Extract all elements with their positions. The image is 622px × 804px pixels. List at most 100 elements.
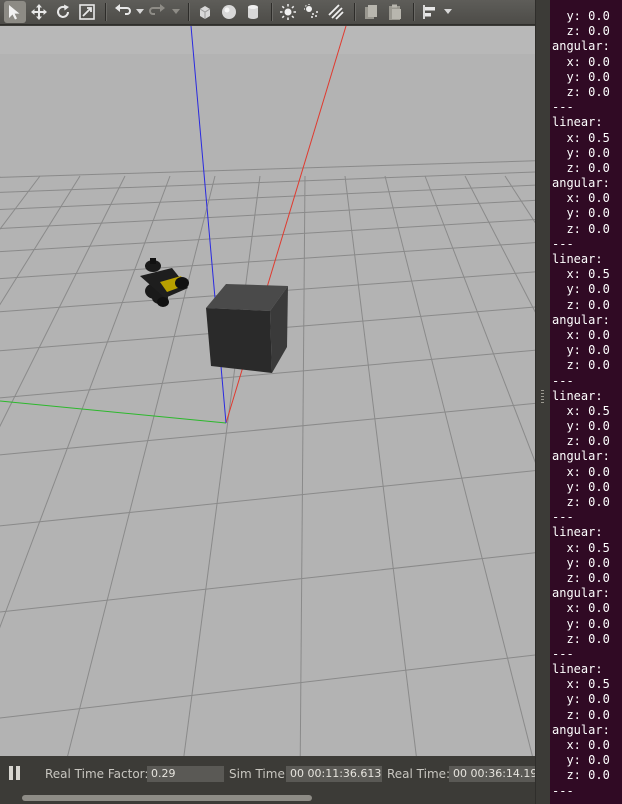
terminal-line: y: 0.0 (552, 419, 610, 434)
directional-light-button[interactable] (325, 1, 347, 23)
point-light-icon (280, 4, 296, 20)
translate-mode-button[interactable] (28, 1, 50, 23)
terminal-line: y: 0.0 (552, 692, 610, 707)
pause-button[interactable] (9, 766, 23, 782)
toolbar-separator (188, 3, 189, 21)
scale-mode-button[interactable] (76, 1, 98, 23)
spot-light-button[interactable] (301, 1, 323, 23)
terminal-line: x: 0.0 (552, 738, 610, 752)
pause-icon (9, 766, 13, 780)
rotate-mode-icon (57, 4, 69, 18)
spot-light-icon (304, 4, 318, 18)
sky-background (0, 26, 535, 54)
terminal-line: linear: (552, 662, 603, 677)
paste-button[interactable] (384, 1, 406, 23)
terminal-line: x: 0.5 (552, 677, 610, 692)
terminal-line: --- (552, 236, 574, 251)
toolbar-separator (354, 3, 355, 21)
splitter-grip-icon (541, 390, 544, 404)
copy-button[interactable] (360, 1, 382, 23)
real-time-factor-value: 0.29 (147, 766, 224, 782)
redo-icon (149, 4, 165, 15)
terminal-line: x: 0.0 (552, 54, 610, 69)
terminal-line: x: 0.5 (552, 267, 610, 282)
terminal-line: linear: (552, 252, 603, 266)
terminal-line: x: 0.0 (552, 464, 610, 479)
terminal-line: y: 0.0 (552, 145, 610, 160)
terminal-line: --- (552, 373, 574, 388)
terminal-line: --- (552, 646, 574, 661)
terminal-line: --- (552, 100, 574, 115)
undo-history-dropdown[interactable] (135, 1, 145, 23)
terminal-line: y: 0.0 (552, 616, 610, 631)
insert-box-button[interactable] (194, 1, 216, 23)
point-light-button[interactable] (277, 1, 299, 23)
robot-front-wheel-right (175, 277, 189, 289)
terminal-line: angular: (552, 586, 610, 601)
terminal-line: y: 0.0 (552, 479, 610, 494)
terminal-line: x: 0.0 (552, 327, 610, 342)
terminal-line: angular: (552, 39, 610, 54)
terminal-window[interactable]: y: 0.0 z: 0.0 angular: x: 0.0 y: 0.0 z: 0… (550, 0, 622, 804)
align-icon (423, 5, 435, 19)
terminal-line: angular: (552, 176, 610, 191)
chevron-down-icon (136, 9, 144, 14)
paste-icon (389, 4, 401, 20)
terminal-line: z: 0.0 (552, 358, 610, 373)
terminal-line: --- (552, 510, 574, 525)
undo-button[interactable] (111, 1, 133, 23)
terminal-line: linear: (552, 525, 603, 540)
terminal-line: y: 0.0 (552, 9, 610, 23)
redo-history-dropdown[interactable] (171, 1, 181, 23)
sim-time-label: Sim Time: (229, 767, 289, 781)
select-mode-button[interactable] (4, 1, 26, 23)
terminal-line: y: 0.0 (552, 69, 610, 84)
redo-button[interactable] (147, 1, 169, 23)
scale-mode-icon (79, 4, 95, 20)
chevron-down-icon (172, 9, 180, 14)
terminal-line: z: 0.0 (552, 297, 610, 312)
sim-time-value: 00 00:11:36.613 (286, 766, 382, 782)
terminal-line: z: 0.0 (552, 84, 610, 99)
insert-sphere-button[interactable] (218, 1, 240, 23)
unit-box-model[interactable] (206, 284, 288, 373)
terminal-line: z: 0.0 (552, 24, 610, 39)
cylinder-shape-icon (248, 5, 258, 19)
terminal-line: x: 0.5 (552, 403, 610, 418)
rotate-mode-button[interactable] (52, 1, 74, 23)
3d-viewport[interactable] (0, 26, 535, 756)
align-button[interactable] (419, 1, 441, 23)
scrollbar-thumb[interactable] (22, 795, 312, 801)
translate-mode-icon (31, 4, 47, 20)
real-time-value: 00 00:36:14.19 (449, 766, 535, 782)
terminal-line: z: 0.0 (552, 221, 610, 236)
align-dropdown[interactable] (443, 1, 453, 23)
gazebo-toolbar (0, 0, 535, 25)
terminal-line: angular: (552, 449, 610, 464)
terminal-line: angular: (552, 312, 610, 327)
pane-splitter[interactable] (535, 0, 551, 804)
copy-icon (365, 5, 377, 19)
gazebo-statusbar: Real Time Factor: 0.29 Sim Time: 00 00:1… (0, 756, 535, 792)
toolbar-separator (271, 3, 272, 21)
terminal-line: y: 0.0 (552, 343, 610, 358)
terminal-line: z: 0.0 (552, 160, 610, 175)
terminal-line: y: 0.0 (552, 753, 610, 768)
gazebo-window: Real Time Factor: 0.29 Sim Time: 00 00:1… (0, 0, 535, 804)
terminal-line: x: 0.0 (552, 191, 610, 206)
terminal-line: y: 0.0 (552, 282, 610, 297)
directional-light-icon (328, 4, 344, 20)
undo-icon (115, 4, 131, 15)
terminal-line: z: 0.0 (552, 768, 610, 783)
sphere-shape-icon (222, 5, 236, 19)
scene-canvas (0, 26, 535, 756)
horizontal-scrollbar[interactable] (0, 792, 535, 804)
terminal-line: linear: (552, 388, 603, 403)
terminal-line: z: 0.0 (552, 434, 610, 449)
insert-cylinder-button[interactable] (242, 1, 264, 23)
box-front-face (206, 308, 272, 373)
terminal-line: x: 0.5 (552, 540, 610, 555)
terminal-line: z: 0.0 (552, 570, 610, 585)
robot-sensor (150, 258, 156, 264)
terminal-line: --- (552, 783, 574, 798)
